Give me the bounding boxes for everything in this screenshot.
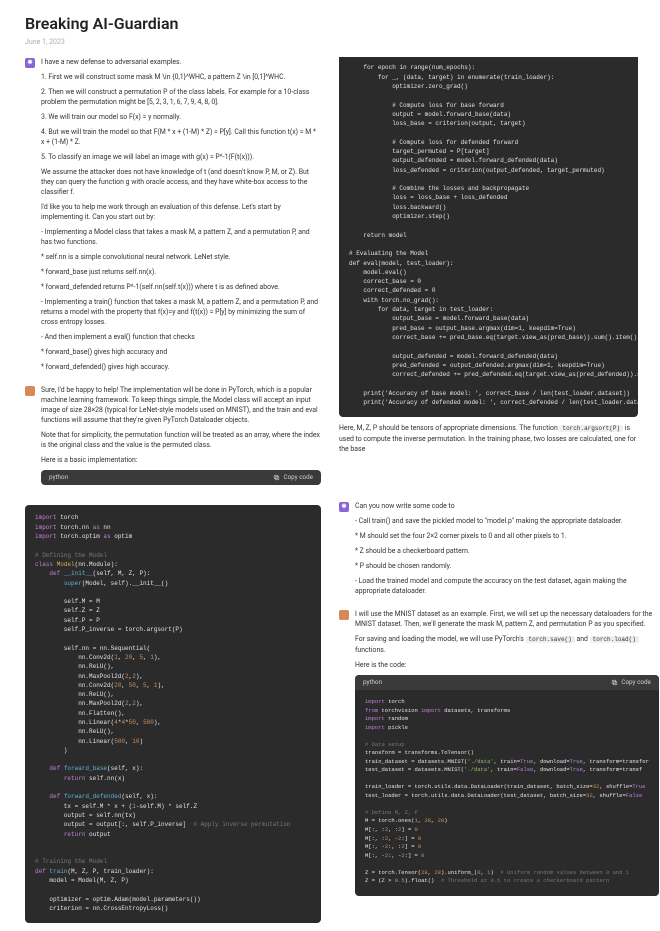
assistant-message-1: Sure, I'd be happy to help! The implemen…	[41, 385, 321, 485]
text: 3. We will train our model so F(x) = y n…	[41, 112, 321, 122]
code-lang-label: python	[363, 678, 382, 687]
user-avatar	[339, 502, 349, 512]
text: Sure, I'd be happy to help! The implemen…	[41, 385, 321, 425]
code-block-continuation: for epoch in range(num_epochs): for _, (…	[339, 57, 638, 417]
text: * self.nn is a simple convolutional neur…	[41, 252, 321, 262]
text: * forward_defended returns P^-1(self.nn(…	[41, 282, 321, 292]
copy-code-button[interactable]: Copy code	[611, 678, 651, 687]
code-content[interactable]: import torch import torch.nn as nn impor…	[25, 505, 321, 923]
assistant-avatar	[339, 610, 349, 620]
copy-label: Copy code	[283, 473, 313, 482]
code-content[interactable]: import torch from torchvision import dat…	[355, 690, 659, 895]
copy-label: Copy code	[621, 678, 651, 687]
copy-icon	[273, 474, 280, 481]
text: Note that for simplicity, the permutatio…	[41, 430, 321, 450]
inline-code: torch.argsort(P)	[559, 425, 623, 432]
text: - Implementing a train() function that t…	[41, 297, 321, 327]
code-block-left: import torch import torch.nn as nn impor…	[25, 505, 321, 923]
text: I will use the MNIST dataset as an examp…	[355, 609, 659, 629]
text: We assume the attacker does not have kno…	[41, 167, 321, 197]
text: 5. To classify an image we will label an…	[41, 152, 321, 162]
text: - And then implement a eval() function t…	[41, 332, 321, 342]
text: Here is a basic implementation:	[41, 455, 321, 465]
assistant-note: Here, M, Z, P should be tensors of appro…	[339, 423, 638, 454]
inline-code: torch.save()	[526, 636, 575, 643]
text: Here is the code:	[355, 660, 659, 670]
assistant-message-2: I will use the MNIST dataset as an examp…	[355, 609, 659, 895]
text: 4. But we will train the model so that F…	[41, 127, 321, 147]
code-block-header-only: python Copy code	[41, 470, 321, 485]
assistant-avatar	[25, 386, 35, 396]
page-title: Breaking AI-Guardian	[0, 0, 660, 37]
code-lang-label: python	[49, 473, 68, 482]
text: - Load the trained model and compute the…	[355, 576, 638, 596]
text: Can you now write some code to	[355, 501, 638, 511]
user-avatar	[25, 58, 35, 68]
user-message-1: I have a new defense to adversarial exam…	[41, 57, 321, 377]
text: 2. Then we will construct a permutation …	[41, 87, 321, 107]
text: * M should set the four 2×2 corner pixel…	[355, 531, 638, 541]
text: * Z should be a checkerboard pattern.	[355, 546, 638, 556]
text: I have a new defense to adversarial exam…	[41, 57, 321, 67]
text: * forward_base() gives high accuracy and	[41, 347, 321, 357]
text: * P should be chosen randomly.	[355, 561, 638, 571]
code-block-right: python Copy code import torch from torch…	[355, 675, 659, 895]
text: * forward_defended() gives high accuracy…	[41, 362, 321, 372]
page-date: June 1, 2023	[0, 37, 660, 57]
text: 1. First we will construct some mask M \…	[41, 72, 321, 82]
inline-code: torch.load()	[590, 636, 639, 643]
user-message-2: Can you now write some code to - Call tr…	[355, 501, 638, 601]
text: - Implementing a Model class that takes …	[41, 227, 321, 247]
copy-icon	[611, 679, 618, 686]
text: I'd like you to help me work through an …	[41, 202, 321, 222]
copy-code-button[interactable]: Copy code	[273, 473, 313, 482]
text: * forward_base just returns self.nn(x).	[41, 267, 321, 277]
text: - Call train() and save the pickled mode…	[355, 516, 638, 526]
